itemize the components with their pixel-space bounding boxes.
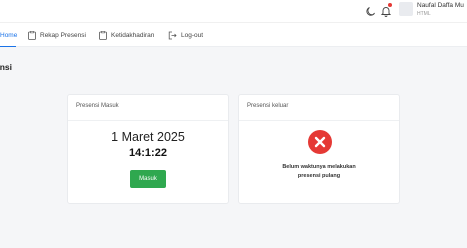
nav-item-label: Rekap Presensi bbox=[40, 31, 86, 39]
avatar[interactable] bbox=[399, 2, 413, 16]
nav-bar: Home Rekap Presensi Ketidakhadiran Log-o… bbox=[0, 22, 467, 47]
presensi-masuk-card: Presensi Masuk 1 Maret 2025 14:1:22 Masu… bbox=[67, 94, 229, 204]
card-title: Presensi keluar bbox=[239, 95, 399, 121]
logout-icon bbox=[168, 31, 177, 39]
clipboard-icon bbox=[28, 30, 36, 40]
nav-item-logout[interactable]: Log-out bbox=[168, 23, 203, 47]
nav-item-home[interactable]: Home bbox=[0, 23, 17, 47]
x-circle-icon bbox=[308, 130, 332, 154]
current-time: 14:1:22 bbox=[129, 147, 167, 159]
page-title: ensi bbox=[0, 62, 13, 72]
user-name: Naufal Daffa Mu bbox=[417, 2, 464, 9]
masuk-button[interactable]: Masuk bbox=[130, 170, 166, 188]
nav-item-ketidakhadiran[interactable]: Ketidakhadiran bbox=[99, 23, 154, 47]
moon-icon[interactable] bbox=[365, 4, 377, 16]
card-title: Presensi Masuk bbox=[68, 95, 228, 121]
nav-item-label: Ketidakhadiran bbox=[111, 31, 155, 39]
status-message-line1: Belum waktunya melakukan bbox=[282, 164, 356, 170]
status-message-line2: presensi pulang bbox=[297, 173, 341, 179]
presensi-keluar-card: Presensi keluar Belum waktunya melakukan… bbox=[238, 94, 400, 204]
current-date: 1 Maret 2025 bbox=[111, 130, 185, 144]
top-bar: Naufal Daffa Mu HTML bbox=[0, 0, 467, 22]
clipboard-icon bbox=[99, 30, 107, 40]
bell-icon[interactable] bbox=[380, 3, 392, 17]
user-role: HTML bbox=[417, 11, 431, 17]
nav-item-rekap-presensi[interactable]: Rekap Presensi bbox=[28, 23, 86, 47]
notification-dot bbox=[388, 3, 392, 7]
nav-item-label: Log-out bbox=[181, 31, 204, 39]
nav-item-label: Home bbox=[0, 31, 18, 39]
